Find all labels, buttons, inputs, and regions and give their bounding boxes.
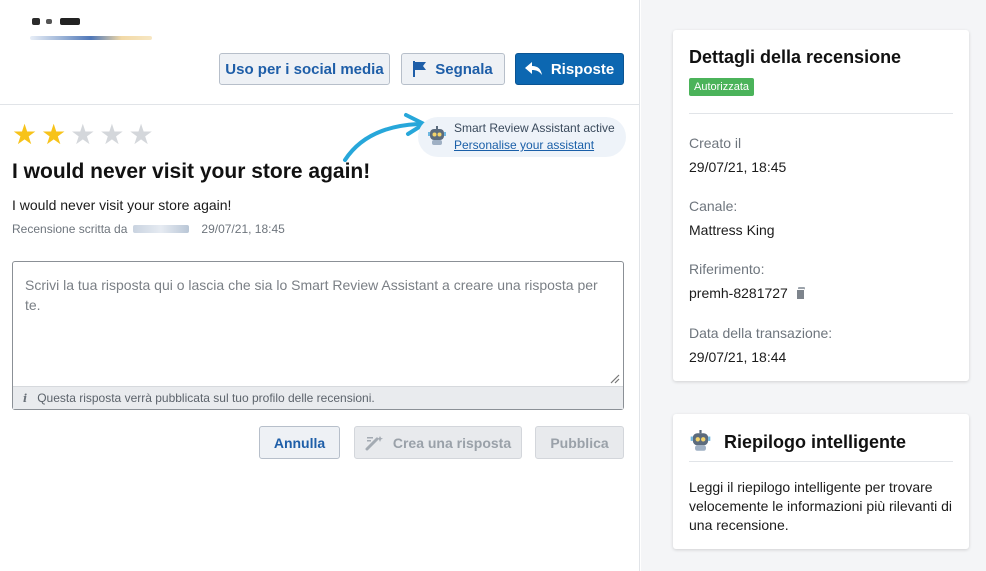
social-media-label: Uso per i social media <box>225 60 384 78</box>
resize-handle-icon[interactable] <box>608 372 620 384</box>
channel-value: Mattress King <box>689 222 775 238</box>
review-meta: Recensione scritta da 29/07/21, 18:45 <box>12 222 285 236</box>
reply-button[interactable]: Risposte <box>515 53 624 85</box>
reviewer-name-redacted <box>133 225 190 233</box>
review-body: I would never visit your store again! <box>12 197 232 213</box>
star-icon-filled: ★ <box>41 119 67 150</box>
star-rating: ★ ★ ★ ★ ★ <box>12 121 154 149</box>
report-label: Segnala <box>435 60 493 78</box>
robot-icon <box>690 430 711 451</box>
reply-placeholder: Scrivi la tua risposta qui o lascia che … <box>25 277 598 313</box>
details-title: Dettagli della recensione <box>689 47 902 67</box>
status-badge: Autorizzata <box>689 78 755 96</box>
cancel-label: Annulla <box>273 434 326 451</box>
summary-header: Riepilogo intelligente <box>689 430 906 454</box>
details-divider <box>689 113 953 114</box>
copy-icon[interactable] <box>795 287 806 300</box>
star-icon-filled: ★ <box>12 119 38 150</box>
info-icon: i <box>23 391 28 405</box>
reply-note-bar: i Questa risposta verrà pubblicata sul t… <box>13 386 623 409</box>
reply-label: Risposte <box>550 60 615 78</box>
publish-label: Pubblica <box>550 434 609 451</box>
star-icon-empty: ★ <box>99 119 125 150</box>
channel-value-text: Mattress King <box>689 222 775 238</box>
summary-divider <box>689 461 953 462</box>
social-media-button[interactable]: Uso per i social media <box>219 53 390 85</box>
reply-note-text: Questa risposta verrà pubblicata sul tuo… <box>37 391 375 405</box>
reference-value: premh-8281727 <box>689 285 806 301</box>
flag-icon <box>413 61 427 77</box>
review-date: 29/07/21, 18:45 <box>201 222 285 236</box>
transaction-date-value-text: 29/07/21, 18:44 <box>689 349 787 365</box>
reference-label: Riferimento: <box>689 261 765 277</box>
publish-button[interactable]: Pubblica <box>535 426 624 459</box>
reply-arrow-icon <box>524 62 542 75</box>
written-by-label: Recensione scritta da <box>12 222 128 236</box>
transaction-date-value: 29/07/21, 18:44 <box>689 349 786 365</box>
generate-reply-button[interactable]: Crea una risposta <box>354 426 522 459</box>
review-title: I would never visit your store again! <box>12 160 371 183</box>
assistant-status: Smart Review Assistant active <box>454 121 615 135</box>
summary-title: Riepilogo intelligente <box>724 431 907 452</box>
smart-summary-card: Riepilogo intelligente Leggi il riepilog… <box>673 414 969 549</box>
review-details-card: Dettagli della recensione Autorizzata Cr… <box>673 30 969 381</box>
company-logo <box>28 14 158 48</box>
reference-value-text: premh-8281727 <box>689 285 788 301</box>
generate-reply-label: Crea una risposta <box>392 434 512 451</box>
cancel-button[interactable]: Annulla <box>259 426 340 459</box>
star-icon-empty: ★ <box>70 119 96 150</box>
header-divider <box>0 104 640 105</box>
magic-wand-icon <box>365 435 383 450</box>
created-label: Creato il <box>689 135 742 151</box>
star-icon-empty: ★ <box>128 119 154 150</box>
summary-description: Leggi il riepilogo intelligente per trov… <box>689 479 953 533</box>
personalise-assistant-link[interactable]: Personalise your assistant <box>454 138 594 152</box>
pointer-arrow-graphic <box>343 113 426 162</box>
smart-assistant-pill: Smart Review Assistant active Personalis… <box>418 117 626 157</box>
created-value-text: 29/07/21, 18:45 <box>689 159 787 175</box>
report-button[interactable]: Segnala <box>401 53 505 85</box>
reply-textarea[interactable]: Scrivi la tua risposta qui o lascia che … <box>12 261 624 410</box>
review-panel: Uso per i social media Segnala Risposte … <box>0 0 640 571</box>
robot-icon <box>428 126 446 145</box>
transaction-date-label: Data della transazione: <box>689 325 833 341</box>
created-value: 29/07/21, 18:45 <box>689 159 786 175</box>
channel-label: Canale: <box>689 198 738 214</box>
